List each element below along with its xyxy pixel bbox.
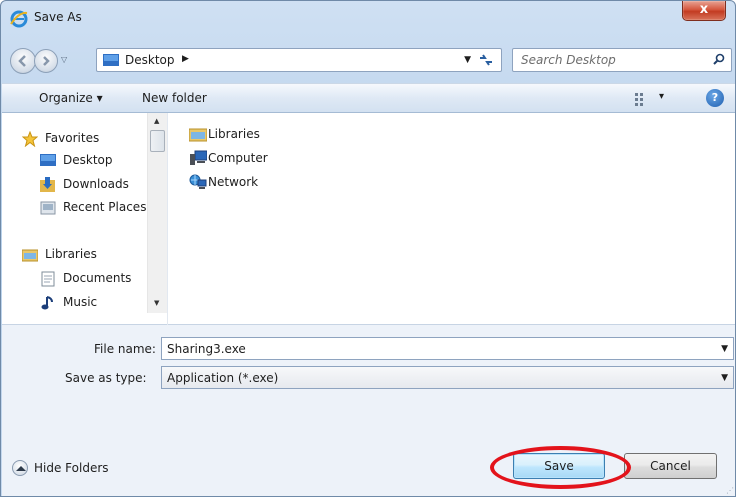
save-type-select[interactable]: Application (*.exe) ▼ [161, 366, 734, 389]
breadcrumb-desktop[interactable]: Desktop [125, 53, 175, 67]
command-toolbar: Organize ▾ New folder ▾ ? [2, 83, 735, 113]
forward-button[interactable] [34, 49, 58, 73]
nav-item-label: Music [63, 295, 98, 309]
file-name-label: File name: [94, 342, 156, 356]
scroll-up-icon[interactable]: ▲ [154, 117, 159, 125]
star-icon [21, 130, 39, 148]
content-item-label: Network [208, 175, 259, 189]
save-type-value[interactable]: Application (*.exe) [167, 371, 278, 385]
save-type-dropdown-icon[interactable]: ▼ [721, 373, 728, 383]
search-input[interactable] [519, 52, 699, 68]
close-button[interactable]: x [682, 1, 726, 21]
hide-folders-label: Hide Folders [34, 461, 109, 475]
help-icon[interactable]: ? [706, 89, 724, 107]
music-icon [40, 295, 56, 311]
libraries-icon [188, 126, 208, 142]
highlight-circle-annotation [490, 446, 631, 489]
libraries-icon [21, 247, 39, 263]
back-button[interactable] [10, 48, 36, 74]
search-icon[interactable] [713, 53, 725, 69]
new-folder-button[interactable]: New folder [142, 91, 207, 105]
refresh-icon[interactable] [478, 53, 496, 69]
breadcrumb-arrow-icon[interactable]: ▶ [182, 54, 189, 64]
collapse-up-icon [12, 460, 28, 476]
internet-explorer-icon [10, 10, 28, 28]
address-row: ▽ Desktop ▶ ▼ [1, 41, 735, 75]
window-title: Save As [34, 10, 82, 24]
documents-icon [40, 271, 56, 287]
back-arrow-icon [18, 55, 26, 67]
breadcrumb[interactable]: Desktop ▶ ▼ [96, 48, 502, 72]
nav-item-label: Libraries [45, 247, 97, 261]
address-dropdown-icon[interactable]: ▼ [464, 55, 471, 65]
title-bar: Save As x [1, 1, 735, 35]
computer-icon [189, 150, 208, 166]
desktop-icon [103, 54, 119, 66]
file-name-value[interactable]: Sharing3.exe [167, 342, 246, 356]
network-icon [189, 174, 207, 190]
file-name-field[interactable]: Sharing3.exe ▼ [161, 337, 734, 360]
views-dropdown-icon[interactable]: ▾ [659, 91, 664, 102]
nav-item-label: Recent Places [63, 200, 147, 214]
scrollbar-thumb[interactable] [150, 130, 165, 152]
file-browser: Favorites Desktop Downloads Recent Place… [2, 113, 735, 325]
scroll-down-icon[interactable]: ▼ [154, 299, 159, 307]
recent-pages-chevron-icon[interactable]: ▽ [61, 55, 67, 64]
organize-button[interactable]: Organize ▾ [39, 91, 103, 105]
forward-arrow-icon [43, 56, 50, 66]
downloads-icon [40, 177, 56, 193]
hide-folders-button[interactable]: Hide Folders [12, 460, 109, 476]
cancel-button[interactable]: Cancel [624, 453, 717, 479]
content-item-label: Libraries [208, 127, 260, 141]
save-as-dialog: Save As x ▽ Desktop ▶ ▼ Search Desktop O… [0, 0, 736, 497]
file-name-dropdown-icon[interactable]: ▼ [721, 344, 728, 354]
views-icon [635, 93, 643, 106]
navigation-pane: Favorites Desktop Downloads Recent Place… [2, 113, 168, 325]
content-item-label: Computer [208, 151, 268, 165]
nav-item-label: Desktop [63, 153, 113, 167]
recent-places-icon [40, 200, 56, 216]
save-form: File name: Sharing3.exe ▼ Save as type: … [2, 325, 735, 496]
change-view-button[interactable]: ▾ [635, 89, 675, 109]
nav-item-label: Downloads [63, 177, 129, 191]
nav-item-label: Favorites [45, 131, 100, 145]
save-type-label: Save as type: [65, 371, 147, 385]
resize-grip-icon[interactable]: ⋰ [726, 486, 734, 495]
nav-pane-scrollbar[interactable]: ▲ ▼ [147, 113, 167, 313]
nav-item-label: Documents [63, 271, 132, 285]
desktop-icon [40, 153, 56, 169]
search-box[interactable] [512, 48, 732, 72]
